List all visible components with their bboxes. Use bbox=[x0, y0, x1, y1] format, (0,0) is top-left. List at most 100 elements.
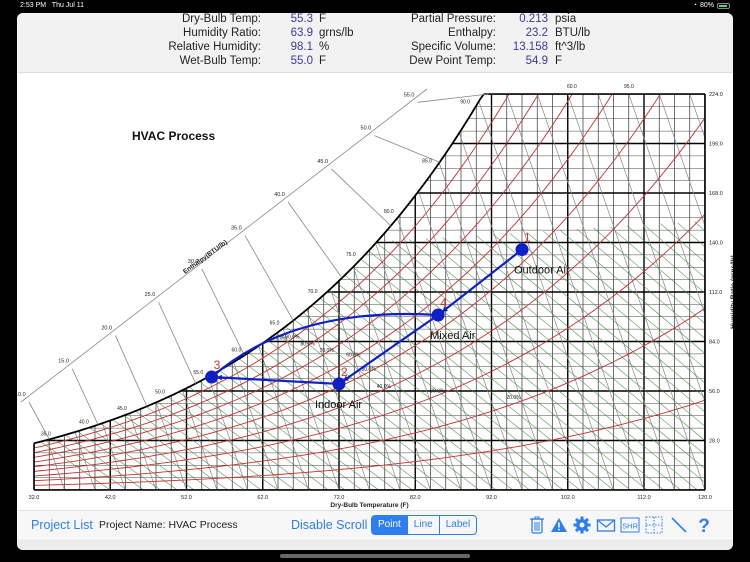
mode-point-button[interactable]: Point bbox=[372, 516, 408, 534]
wet-bulb-line bbox=[34, 275, 144, 490]
enthalpy-axis-label: Enthalpy(BTU/lb) bbox=[182, 239, 229, 276]
state-point-label: Indoor Air bbox=[315, 399, 362, 411]
enthalpy-tick-label: 45.0 bbox=[317, 159, 328, 165]
partial-pressure-unit: psia bbox=[555, 13, 577, 25]
humidity-ratio-label: Humidity Ratio: bbox=[183, 27, 261, 39]
wet-bulb-line bbox=[73, 260, 379, 490]
state-point-id: 1 bbox=[524, 231, 531, 245]
wet-bulb-line bbox=[90, 259, 396, 490]
wet-bulb-line bbox=[627, 225, 705, 490]
y-tick-label: 56.0 bbox=[709, 389, 720, 395]
state-point-id: 2 bbox=[341, 365, 348, 379]
grid-toggle-icon[interactable] bbox=[644, 515, 664, 535]
line-tool-icon[interactable] bbox=[669, 515, 689, 535]
shr-icon[interactable]: SHR bbox=[620, 515, 640, 535]
mode-line-button[interactable]: Line bbox=[408, 516, 440, 534]
project-name-label: Project Name: HVAC Process bbox=[99, 519, 238, 531]
svg-text:SHR: SHR bbox=[622, 522, 638, 531]
wet-bulb-temp-value: 55.0 bbox=[290, 55, 313, 67]
enthalpy-tick-label: 50.0 bbox=[361, 126, 372, 132]
specific-volume-unit: ft^3/lb bbox=[555, 41, 586, 53]
x-tick-label: 120.0 bbox=[698, 495, 712, 501]
wet-bulb-tick-label: 80.0 bbox=[384, 209, 394, 215]
specific-volume-line bbox=[170, 94, 309, 490]
y-tick-label: 28.0 bbox=[709, 439, 720, 445]
properties-panel: Dry-Bulb Temp: 55.3 F Humidity Ratio: 63.9 gr… bbox=[17, 13, 733, 73]
bottom-toolbar: Project List Project Name: HVAC Process … bbox=[17, 510, 733, 550]
specific-volume-line bbox=[34, 94, 35, 490]
x-tick-label: 72.0 bbox=[334, 495, 345, 501]
relative-humidity-label: Relative Humidity: bbox=[168, 41, 261, 53]
enthalpy-connector-line bbox=[244, 235, 294, 321]
dew-point-temp-unit: F bbox=[555, 55, 563, 67]
chart-grid bbox=[34, 94, 705, 490]
enthalpy-tick-label: 20.0 bbox=[101, 325, 112, 331]
wet-bulb-temp-label: Wet-Bulb Temp: bbox=[179, 55, 261, 67]
x-tick-label: 92.0 bbox=[486, 495, 497, 501]
y-tick-label: 112.0 bbox=[709, 290, 722, 296]
x-tick-label: 42.0 bbox=[105, 495, 116, 501]
partial-pressure-value: 0.213 bbox=[519, 13, 548, 25]
toolbar-footer bbox=[17, 539, 733, 550]
svg-text:?: ? bbox=[698, 516, 710, 535]
enthalpy-tick-label: 35.0 bbox=[231, 226, 242, 232]
enthalpy-unit: BTU/lb bbox=[555, 27, 591, 39]
project-list-button[interactable]: Project List bbox=[31, 518, 93, 532]
enthalpy-tick-label: 10.0 bbox=[17, 392, 26, 398]
state-point-3[interactable]: 3 bbox=[205, 358, 221, 384]
wet-bulb-tick-label: 70.0 bbox=[308, 289, 318, 295]
relative-humidity-value: 98.1 bbox=[290, 41, 313, 53]
state-point-marker[interactable] bbox=[332, 377, 346, 391]
y-tick-label: 140.0 bbox=[709, 241, 723, 247]
wet-bulb-line bbox=[694, 221, 705, 490]
x-axis-title: Dry-Bulb Temperature (F) bbox=[330, 502, 408, 509]
state-point-id: 4 bbox=[440, 296, 447, 310]
state-point-marker[interactable] bbox=[515, 243, 529, 257]
state-point-marker[interactable] bbox=[205, 370, 219, 384]
humidity-ratio-value: 63.9 bbox=[290, 27, 313, 39]
x-tick-label: 112.0 bbox=[637, 495, 650, 501]
relative-humidity-unit: % bbox=[319, 41, 330, 53]
wet-bulb-tick-label: 35.0 bbox=[41, 431, 51, 437]
state-point-1[interactable]: 1 Outdoor Air bbox=[514, 231, 570, 277]
dry-bulb-temp-value: 55.3 bbox=[290, 13, 313, 25]
mode-label-button[interactable]: Label bbox=[440, 516, 476, 534]
enthalpy-label: Enthalpy: bbox=[448, 27, 496, 39]
enthalpy-connector-line bbox=[71, 368, 99, 425]
help-icon[interactable]: ? bbox=[694, 515, 714, 537]
wet-bulb-line bbox=[34, 272, 195, 490]
enthalpy-connector-line bbox=[331, 168, 392, 227]
wet-bulb-line bbox=[660, 223, 705, 490]
gear-icon[interactable] bbox=[572, 515, 592, 535]
wet-bulb-tick-label: 85.0 bbox=[422, 158, 432, 164]
warning-icon[interactable] bbox=[549, 515, 569, 535]
enthalpy-value: 23.2 bbox=[525, 27, 548, 39]
enthalpy-connector-line bbox=[158, 301, 197, 384]
wet-bulb-line bbox=[34, 268, 262, 490]
enthalpy-connector-line bbox=[115, 335, 148, 407]
home-indicator[interactable] bbox=[280, 554, 470, 558]
humidity-ratio-unit: grns/lb bbox=[319, 27, 354, 39]
mail-icon[interactable] bbox=[596, 515, 616, 535]
state-point-marker[interactable] bbox=[431, 308, 445, 322]
specific-volume-value: 13.158 bbox=[512, 41, 548, 53]
wet-bulb-tick-label: 65.0 bbox=[270, 320, 280, 326]
y-tick-label: 224.0 bbox=[709, 92, 723, 98]
trash-icon[interactable] bbox=[527, 515, 547, 535]
rh-curve-label: 30.0% bbox=[430, 389, 445, 395]
y-axis-title: Humidity Ratio (grns/lb) bbox=[730, 255, 733, 329]
disable-scroll-button[interactable]: Disable Scroll bbox=[291, 518, 367, 532]
wet-bulb-tick-label: 40.0 bbox=[79, 420, 89, 426]
specific-volume-line bbox=[34, 94, 96, 490]
specific-volume-label: Specific Volume: bbox=[410, 41, 496, 53]
psychrometric-chart[interactable]: 10.015.020.025.030.035.040.045.050.055.0… bbox=[17, 74, 733, 514]
specific-volume-line bbox=[140, 94, 279, 490]
y-tick-label: 168.0 bbox=[709, 191, 723, 197]
chart-svg[interactable]: 10.015.020.025.030.035.040.045.050.055.0… bbox=[17, 74, 733, 514]
specific-volume-line bbox=[34, 94, 126, 490]
wet-bulb-tick-label: 45.0 bbox=[117, 406, 127, 412]
enthalpy-tick-label: 55.0 bbox=[404, 92, 415, 98]
dry-bulb-temp-label: Dry-Bulb Temp: bbox=[181, 13, 261, 25]
rh-curve-label: 40.0% bbox=[377, 384, 392, 390]
battery-percent: 80% bbox=[699, 2, 714, 9]
